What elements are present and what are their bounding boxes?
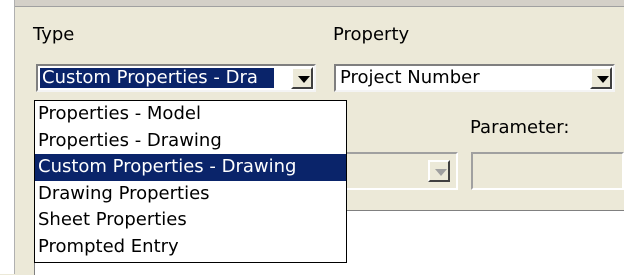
type-option[interactable]: Properties - Drawing bbox=[35, 128, 346, 155]
type-option[interactable]: Properties - Model bbox=[35, 101, 346, 128]
type-option-highlighted[interactable]: Custom Properties - Drawing bbox=[35, 154, 346, 181]
property-dropdown-button[interactable] bbox=[590, 67, 612, 89]
parameter-field bbox=[471, 152, 624, 190]
type-label: Type bbox=[33, 24, 75, 45]
type-option[interactable]: Drawing Properties bbox=[35, 181, 346, 208]
type-option[interactable]: Prompted Entry bbox=[35, 234, 346, 261]
type-dropdown-list[interactable]: Properties - Model Properties - Drawing … bbox=[34, 100, 347, 263]
type-option[interactable]: Sheet Properties bbox=[35, 207, 346, 234]
chevron-down-icon bbox=[435, 169, 447, 176]
chevron-down-icon bbox=[597, 76, 609, 83]
property-selected-value: Project Number bbox=[340, 68, 480, 88]
parameter-label: Parameter: bbox=[470, 117, 570, 138]
left-panel-edge bbox=[0, 0, 15, 274]
chevron-down-icon bbox=[298, 76, 310, 83]
property-combobox[interactable]: Project Number bbox=[334, 64, 615, 92]
type-selected-value: Custom Properties - Dra bbox=[40, 68, 274, 88]
type-dropdown-button[interactable] bbox=[291, 67, 313, 89]
property-label: Property bbox=[333, 24, 410, 45]
disabled-dropdown-button bbox=[428, 160, 450, 182]
window-top-edge bbox=[0, 0, 624, 7]
type-combobox[interactable]: Custom Properties - Dra bbox=[36, 64, 316, 92]
